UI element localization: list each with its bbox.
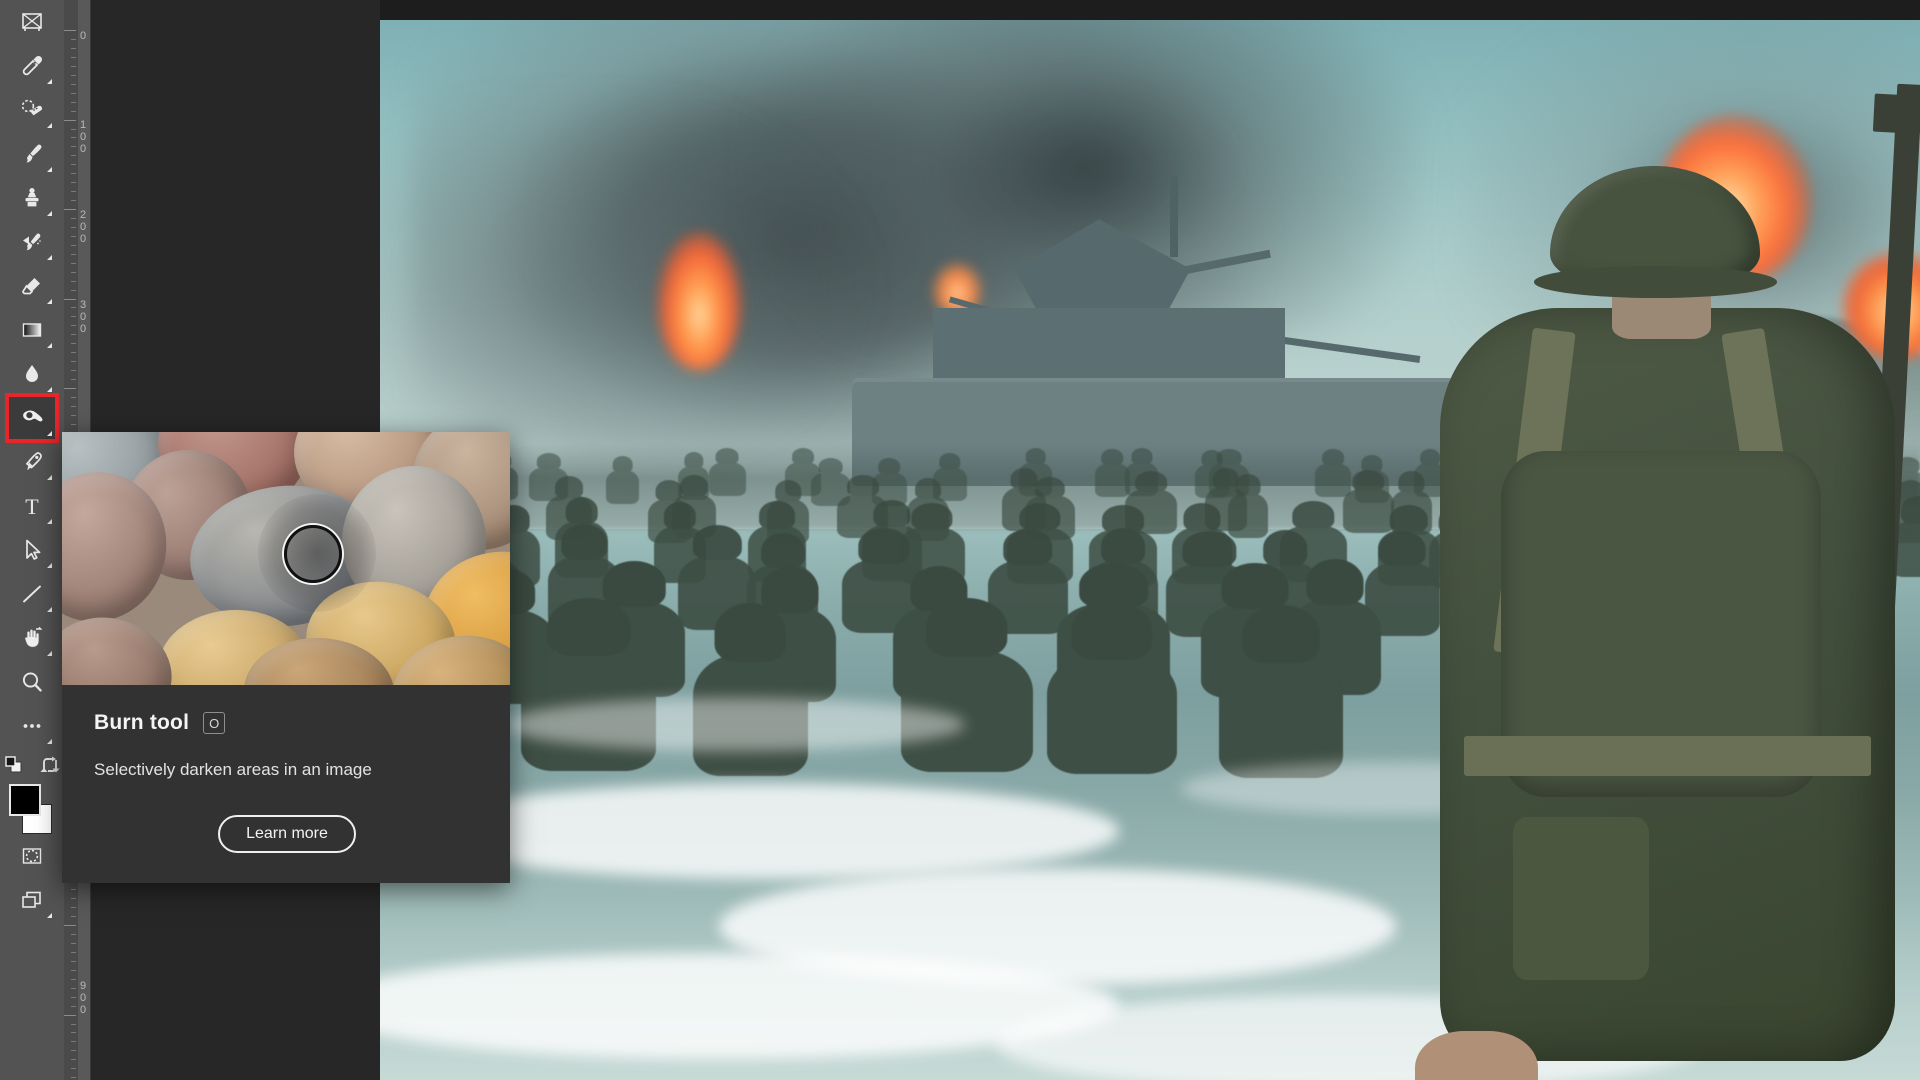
ruler-label: 0 bbox=[77, 30, 89, 42]
quick-mask-icon bbox=[22, 848, 42, 864]
tooltip-description: Selectively darken areas in an image bbox=[94, 760, 372, 779]
eraser-icon bbox=[22, 278, 40, 295]
soldier-silhouette bbox=[708, 461, 746, 496]
blur-tool[interactable] bbox=[8, 352, 56, 396]
tool-flyout-indicator bbox=[47, 211, 52, 216]
tooltip-shortcut-badge: O bbox=[203, 712, 226, 734]
smoke-haze bbox=[380, 104, 873, 466]
tool-flyout-indicator bbox=[47, 167, 52, 172]
soldier-silhouette bbox=[1047, 652, 1177, 775]
photoshop-window: 0 100 200 300 900 T Burn tool O Selectiv… bbox=[0, 0, 1920, 1080]
tooltip-preview-image bbox=[62, 432, 510, 685]
clone-stamp-icon bbox=[25, 188, 39, 207]
gradient-tool[interactable] bbox=[8, 308, 56, 352]
spot-healing-brush-icon bbox=[21, 99, 43, 116]
pen-icon bbox=[25, 452, 42, 471]
more-ellipsis-icon bbox=[23, 724, 41, 728]
pen-tool[interactable] bbox=[8, 440, 56, 484]
tool-flyout-indicator bbox=[47, 475, 52, 480]
burn-tool[interactable] bbox=[5, 393, 59, 443]
soldier-silhouette bbox=[1227, 493, 1268, 538]
ruler-label: 300 bbox=[77, 299, 89, 335]
tooltip-title-row: Burn tool O bbox=[94, 711, 480, 735]
foreground-color-swatch[interactable] bbox=[9, 784, 41, 816]
type-tool[interactable]: T bbox=[8, 484, 56, 528]
screen-mode-icon bbox=[22, 891, 41, 908]
tool-flyout-indicator bbox=[47, 299, 52, 304]
water-drop-icon bbox=[26, 365, 38, 382]
edit-toolbar-button[interactable] bbox=[8, 704, 56, 748]
foreground-soldier bbox=[1366, 84, 1920, 1080]
tool-flyout-indicator bbox=[47, 519, 52, 524]
swap-colors-icon bbox=[40, 756, 60, 773]
line-icon bbox=[23, 585, 41, 603]
eraser-tool[interactable] bbox=[8, 264, 56, 308]
hand-icon bbox=[24, 626, 43, 648]
tooltip-actions: Learn more bbox=[94, 815, 480, 853]
tool-flyout-indicator bbox=[47, 651, 52, 656]
tool-flyout-indicator bbox=[47, 343, 52, 348]
paintbrush-icon bbox=[26, 144, 42, 163]
line-tool[interactable] bbox=[8, 572, 56, 616]
foreground-background-colors[interactable] bbox=[6, 784, 58, 834]
type-t-icon: T bbox=[25, 494, 39, 519]
tool-flyout-indicator bbox=[47, 255, 52, 260]
learn-more-button[interactable]: Learn more bbox=[218, 815, 356, 853]
eyedropper-tool[interactable] bbox=[8, 44, 56, 88]
tools-panel[interactable]: T bbox=[0, 0, 64, 1080]
tool-rich-tooltip: Burn tool O Selectively darken areas in … bbox=[62, 432, 510, 883]
history-brush-tool[interactable] bbox=[8, 220, 56, 264]
color-controls-row bbox=[0, 752, 64, 778]
tool-flyout-indicator bbox=[47, 431, 52, 436]
soldier-silhouette bbox=[1315, 462, 1351, 497]
magnifier-icon bbox=[22, 672, 42, 692]
swap-colors-button[interactable] bbox=[37, 752, 63, 778]
default-colors-button[interactable] bbox=[1, 752, 27, 778]
ruler-label: 200 bbox=[77, 209, 89, 245]
ruler-label: 100 bbox=[77, 119, 89, 155]
soldier-silhouette bbox=[1219, 655, 1343, 778]
tool-flyout-indicator bbox=[47, 387, 52, 392]
crop-tool[interactable] bbox=[8, 0, 56, 44]
gradient-icon bbox=[22, 323, 42, 337]
tool-flyout-indicator bbox=[47, 739, 52, 744]
tooltip-body: Burn tool O Selectively darken areas in … bbox=[62, 685, 510, 883]
quick-mask-button[interactable] bbox=[8, 834, 56, 878]
eyedropper-icon bbox=[22, 55, 43, 76]
crop-icon bbox=[22, 13, 42, 31]
default-colors-icon bbox=[5, 756, 22, 773]
clone-stamp-tool[interactable] bbox=[8, 176, 56, 220]
explosion-left bbox=[657, 232, 742, 370]
tool-flyout-indicator bbox=[47, 607, 52, 612]
soldier-silhouette bbox=[606, 469, 640, 504]
hand-tool[interactable] bbox=[8, 616, 56, 660]
document-canvas[interactable] bbox=[380, 20, 1920, 1080]
tool-flyout-indicator bbox=[47, 79, 52, 84]
path-selection-tool[interactable] bbox=[8, 528, 56, 572]
history-brush-icon bbox=[23, 233, 41, 251]
screen-mode-button[interactable] bbox=[8, 878, 56, 922]
wave-foam bbox=[410, 783, 1120, 879]
svg-text:T: T bbox=[25, 494, 39, 519]
dodge-burn-hand-icon bbox=[23, 410, 43, 422]
tool-flyout-indicator bbox=[47, 563, 52, 568]
canvas-artwork bbox=[380, 20, 1920, 1080]
zoom-tool[interactable] bbox=[8, 660, 56, 704]
tool-flyout-indicator bbox=[47, 123, 52, 128]
tool-flyout-indicator bbox=[47, 913, 52, 918]
brush-circle-cursor bbox=[284, 525, 342, 583]
path-arrow-icon bbox=[26, 539, 41, 560]
tooltip-title: Burn tool bbox=[94, 711, 190, 734]
ruler-label: 900 bbox=[77, 980, 89, 1016]
brush-tool[interactable] bbox=[8, 132, 56, 176]
spot-healing-brush-tool[interactable] bbox=[8, 88, 56, 132]
